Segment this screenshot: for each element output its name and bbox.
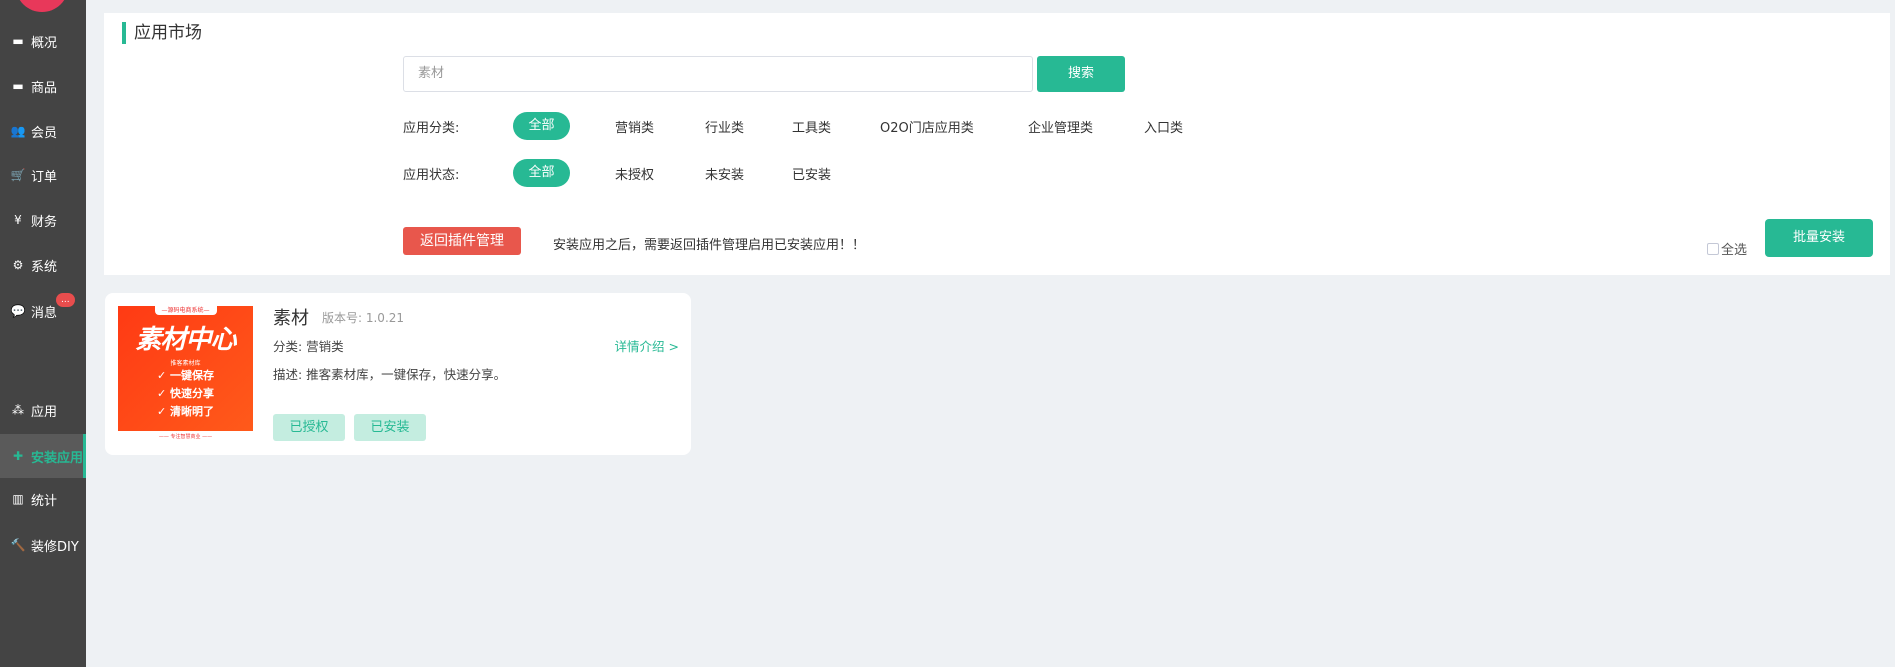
app-category: 分类: 营销类 [273, 336, 344, 355]
app-thumbnail: —源码电商系统— 素材中心 推客素材库 ✓ 一键保存 ✓ 快速分享 ✓ 清晰明了 [118, 306, 253, 431]
checkbox-icon[interactable] [1707, 243, 1719, 255]
category-entry[interactable]: 入口类 [1144, 117, 1183, 136]
app-version: 版本号: 1.0.21 [322, 309, 404, 326]
puzzle-icon: ✚ [10, 449, 26, 463]
category-tools[interactable]: 工具类 [792, 117, 831, 136]
sidebar-item-orders[interactable]: 🛒订单 [0, 153, 86, 197]
category-marketing[interactable]: 营销类 [615, 117, 654, 136]
status-filter: 应用状态: 全部 未授权 未安装 已安装 [403, 159, 903, 187]
category-industry[interactable]: 行业类 [705, 117, 744, 136]
gears-icon: ⚙ [10, 258, 26, 272]
category-o2o[interactable]: O2O门店应用类 [880, 117, 974, 136]
sidebar-item-installed-apps[interactable]: ✚安装应用 [0, 434, 86, 478]
box-icon: ▬ [10, 34, 26, 48]
message-badge: ... [56, 293, 75, 307]
sidebar-item-goods[interactable]: ▬商品 [0, 64, 86, 108]
sidebar-item-members[interactable]: 👥会员 [0, 109, 86, 153]
installed-tag: 已安装 [354, 414, 426, 441]
page-title: 应用市场 [122, 22, 202, 44]
app-description: 描述: 推客素材库，一键保存，快速分享。 [273, 364, 506, 383]
sidebar-item-finance[interactable]: ¥财务 [0, 198, 86, 242]
return-plugin-management-button[interactable]: 返回插件管理 [403, 227, 521, 255]
status-label: 应用状态: [403, 164, 513, 183]
users-icon: 👥 [10, 124, 26, 138]
app-card: —源码电商系统— 素材中心 推客素材库 ✓ 一键保存 ✓ 快速分享 ✓ 清晰明了… [105, 293, 691, 455]
sidebar-item-statistics[interactable]: ▥统计 [0, 477, 86, 521]
hammer-icon: 🔨 [10, 538, 26, 552]
logo [16, 0, 68, 12]
select-all-checkbox[interactable]: 全选 [1707, 239, 1747, 258]
cart-icon: 🛒 [10, 168, 26, 182]
category-enterprise[interactable]: 企业管理类 [1028, 117, 1093, 136]
status-installed[interactable]: 已安装 [792, 164, 831, 183]
status-not-installed[interactable]: 未安装 [705, 164, 744, 183]
status-unauthorized[interactable]: 未授权 [615, 164, 654, 183]
batch-install-button[interactable]: 批量安装 [1765, 219, 1873, 257]
sidebar-item-messages[interactable]: 💬消息... [0, 289, 86, 333]
search-button[interactable]: 搜索 [1037, 56, 1125, 92]
search-input[interactable]: 素材 [403, 56, 1033, 92]
sidebar: ▬概况 ▬商品 👥会员 🛒订单 ¥财务 ⚙系统 💬消息... ⁂应用 ✚安装应用… [0, 0, 86, 667]
yen-icon: ¥ [10, 213, 26, 227]
app-title: 素材 [273, 304, 309, 330]
category-all[interactable]: 全部 [513, 112, 570, 140]
status-all[interactable]: 全部 [513, 159, 570, 187]
cubes-icon: ⁂ [10, 403, 26, 417]
bar-chart-icon: ▥ [10, 492, 26, 506]
install-tip: 安装应用之后，需要返回插件管理启用已安装应用！！ [553, 234, 865, 253]
comment-icon: 💬 [10, 304, 26, 318]
sidebar-item-overview[interactable]: ▬概况 [0, 19, 86, 63]
detail-link[interactable]: 详情介绍 > [615, 336, 679, 355]
sidebar-item-apps[interactable]: ⁂应用 [0, 388, 86, 432]
category-filter: 应用分类: 全部 营销类 行业类 工具类 O2O门店应用类 企业管理类 入口类 [403, 112, 1303, 140]
app-market-panel: 应用市场 素材 搜索 应用分类: 全部 营销类 行业类 工具类 O2O门店应用类… [104, 13, 1890, 275]
sidebar-item-decoration[interactable]: 🔨装修DIY [0, 523, 86, 567]
category-label: 应用分类: [403, 117, 513, 136]
box-icon: ▬ [10, 79, 26, 93]
authorized-tag: 已授权 [273, 414, 345, 441]
sidebar-item-system[interactable]: ⚙系统 [0, 243, 86, 287]
